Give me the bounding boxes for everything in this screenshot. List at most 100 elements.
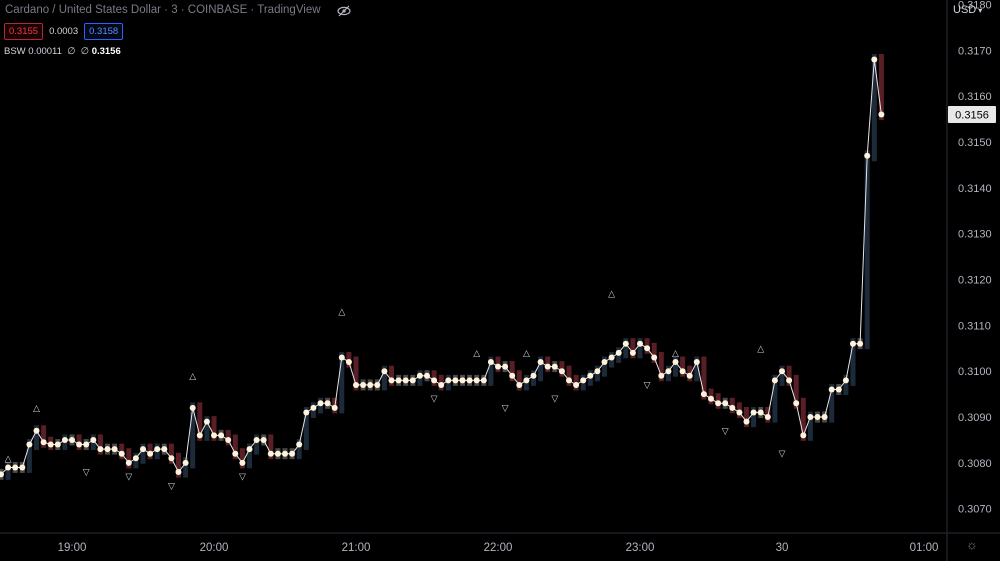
chart-background <box>0 0 1000 561</box>
range-bar <box>864 150 870 350</box>
sell-signal-marker: ▽ <box>502 404 509 414</box>
price-point <box>324 400 331 407</box>
price-point <box>125 459 132 466</box>
sell-signal-marker: ▽ <box>168 482 175 492</box>
eye-slash-icon[interactable] <box>337 4 351 22</box>
indicator-legend[interactable]: BSW 0.00011 ∅ ∅ 0.3156 <box>4 46 121 57</box>
price-point <box>282 450 288 457</box>
price-point <box>608 354 615 361</box>
price-point <box>637 340 643 347</box>
price-point <box>871 56 878 63</box>
indicator-value: 0.00011 <box>28 46 62 57</box>
price-point <box>132 455 139 462</box>
price-point <box>594 368 601 375</box>
price-point <box>700 391 707 398</box>
range-bar <box>190 402 196 469</box>
price-point <box>189 404 196 411</box>
sell-signal-marker: ▽ <box>83 468 90 478</box>
symbol-title: Cardano / United States Dollar · 3 · COI… <box>5 4 321 16</box>
price-point <box>601 359 608 366</box>
sell-signal-marker: ▽ <box>644 381 651 391</box>
buy-signal-marker: △ <box>672 349 679 359</box>
price-point <box>722 400 729 407</box>
price-point <box>495 363 501 370</box>
price-point <box>693 359 700 366</box>
price-point <box>33 427 40 434</box>
buy-signal-marker: △ <box>5 454 12 464</box>
price-point <box>12 464 19 471</box>
price-point <box>367 381 374 388</box>
price-tick-label: 0.3170 <box>958 45 992 57</box>
price-point <box>360 381 367 388</box>
price-point <box>381 368 388 375</box>
price-point <box>90 436 97 443</box>
price-point <box>26 441 33 448</box>
indicator-na-1: ∅ <box>67 46 76 57</box>
price-point <box>196 432 203 439</box>
price-point <box>502 363 509 370</box>
spread-value: 0.0003 <box>49 26 79 37</box>
sell-signal-marker: ▽ <box>431 395 438 405</box>
price-point <box>658 372 665 379</box>
last-price-marker: 0.3156 <box>948 106 996 124</box>
price-point <box>551 363 558 370</box>
price-tick-label: 0.3070 <box>958 504 992 516</box>
price-point <box>729 404 736 411</box>
sell-signal-marker: ▽ <box>779 450 786 460</box>
ask-price-button[interactable]: 0.3158 <box>84 23 124 40</box>
currency-label: USD <box>953 4 977 16</box>
price-point <box>211 432 217 439</box>
price-point <box>459 377 466 384</box>
range-bar <box>878 54 884 121</box>
price-point <box>850 340 856 347</box>
price-point <box>253 436 260 443</box>
price-point <box>814 414 821 421</box>
buy-signal-marker: △ <box>523 349 530 359</box>
price-point <box>388 377 395 384</box>
price-point <box>672 359 679 366</box>
settings-gear-icon[interactable]: ☼ <box>966 537 978 552</box>
price-tick-label: 0.3140 <box>958 183 992 195</box>
last-price-label: 0.3156 <box>955 110 989 122</box>
price-chart[interactable]: △ △ ▽ ▽ ▽ △ ▽ △ ▽ △ ▽ △ ▽ △ ▽ △ ▽ △ ▽ 0.3070 0.3080 0.3090 0.… <box>0 0 1000 561</box>
price-point <box>665 368 672 375</box>
price-point <box>111 446 118 453</box>
price-tick-label: 0.3080 <box>958 458 992 470</box>
price-tick-label: 0.3110 <box>958 320 991 332</box>
time-tick-label: 19:00 <box>58 542 87 554</box>
price-point <box>651 354 658 361</box>
price-point <box>587 372 594 379</box>
time-tick-label: 21:00 <box>342 542 371 554</box>
price-point <box>622 340 629 347</box>
price-point <box>402 377 409 384</box>
price-point <box>544 363 551 370</box>
price-tick-label: 0.3120 <box>958 275 992 287</box>
sell-signal-marker: ▽ <box>239 473 246 483</box>
price-point <box>331 404 338 411</box>
price-point <box>232 450 239 457</box>
price-point <box>487 359 494 366</box>
price-point <box>743 418 750 425</box>
price-point <box>303 409 310 416</box>
price-point <box>686 372 693 379</box>
sell-signal-marker: ▽ <box>722 427 729 437</box>
price-point <box>523 377 530 384</box>
price-point <box>218 432 225 439</box>
price-point <box>835 386 842 393</box>
price-point <box>416 372 423 379</box>
bid-price-button[interactable]: 0.3155 <box>4 23 44 40</box>
price-point <box>260 436 267 443</box>
price-point <box>779 368 785 375</box>
price-point <box>736 409 743 416</box>
price-tick-label: 0.3090 <box>958 412 992 424</box>
price-point <box>296 441 303 448</box>
price-point <box>800 432 807 439</box>
price-point <box>530 372 537 379</box>
currency-selector[interactable]: USD ▾ <box>953 4 982 16</box>
price-point <box>267 450 274 457</box>
price-point <box>480 377 487 384</box>
price-tick-label: 0.3130 <box>958 229 992 241</box>
price-point <box>345 359 352 366</box>
price-point <box>764 414 771 421</box>
price-point <box>395 377 402 384</box>
